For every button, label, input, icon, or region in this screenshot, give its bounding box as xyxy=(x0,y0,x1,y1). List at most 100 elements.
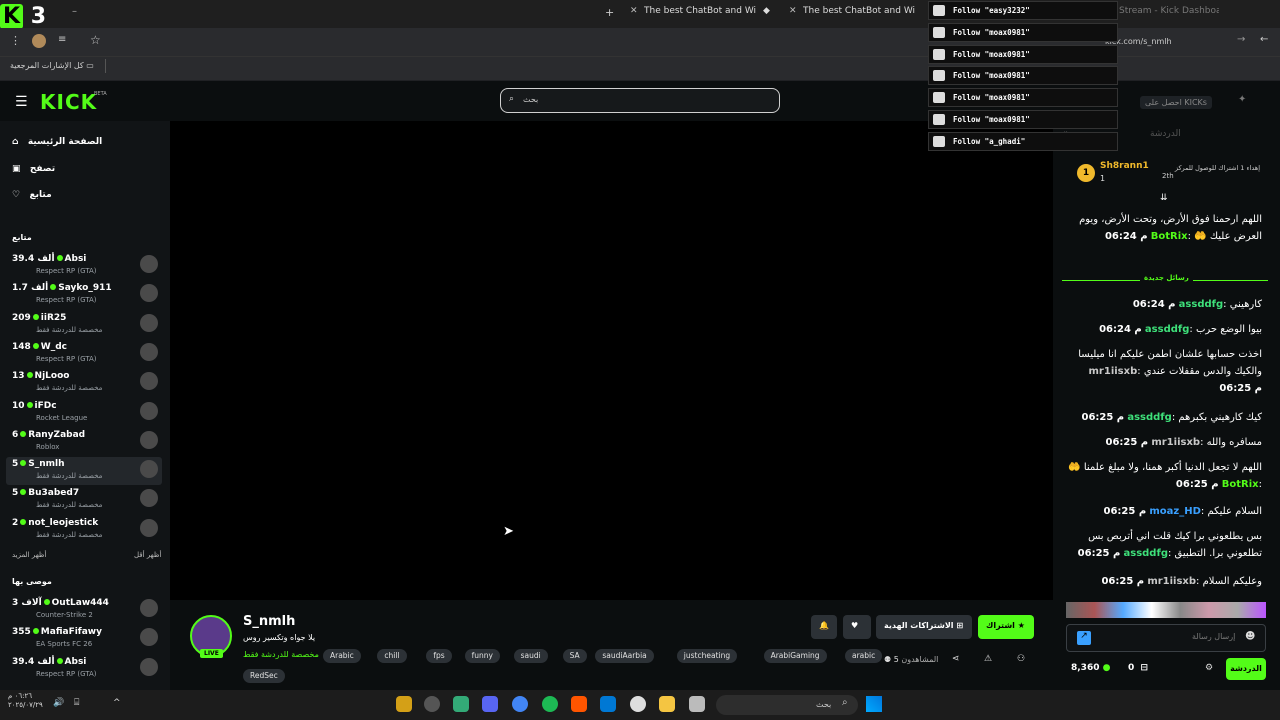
sidebar-channel[interactable]: 3 آلاف OutLaw444 Counter-Strike 2 xyxy=(6,596,162,624)
kick-emote-icon[interactable]: ↗ xyxy=(1077,631,1091,645)
gift-subs-button[interactable]: الاشتراكات الهدية ⊞ xyxy=(876,615,972,639)
chat-username[interactable]: BotRix xyxy=(1222,479,1259,490)
follow-heart-button[interactable]: ♥ xyxy=(843,615,871,639)
tab-kick-dashboard[interactable]: Stream - Kick Dashboard xyxy=(1119,6,1219,24)
profile-avatar[interactable] xyxy=(32,34,46,48)
taskbar-app-icon[interactable] xyxy=(630,696,646,712)
nav-following[interactable]: ♡ متابع xyxy=(12,190,52,200)
new-tab-button[interactable]: + xyxy=(605,6,614,19)
chat-username[interactable]: mr1iisxb xyxy=(1151,437,1200,448)
close-tab-icon[interactable]: ✕ xyxy=(630,6,638,16)
nav-home-label: الصفحة الرئيسية xyxy=(27,137,103,147)
sidebar-channel[interactable]: 5 Bu3abed7 مخصصة للدردشة فقط xyxy=(6,486,162,514)
tray-chevron-icon[interactable]: ^ xyxy=(113,698,121,708)
taskbar-explorer-icon[interactable] xyxy=(659,696,675,712)
sidebar-channel[interactable]: 6 RanyZabad Roblox xyxy=(6,428,162,456)
taskbar-app-icon[interactable] xyxy=(396,696,412,712)
chat-username[interactable]: moaz_HD xyxy=(1149,506,1201,517)
stream-tag[interactable]: saudi xyxy=(513,649,548,663)
show-less-button[interactable]: أظهر أقل xyxy=(134,551,161,559)
taskbar-search[interactable]: بحث xyxy=(716,695,858,715)
sidebar-channel[interactable]: 39.4 ألف Absi Respect RP (GTA) xyxy=(6,655,162,683)
search-input[interactable]: بحث xyxy=(500,88,780,113)
channel-game: EA Sports FC 26 xyxy=(36,640,93,649)
back-icon[interactable]: ← xyxy=(1260,34,1268,45)
stream-tag[interactable]: fps xyxy=(426,649,452,663)
menu-dots-icon[interactable]: ⋮ xyxy=(10,34,21,47)
channel-name-line: 5 S_nmlh xyxy=(12,459,65,469)
taskbar-soundcloud-icon[interactable] xyxy=(571,696,587,712)
all-bookmarks[interactable]: كل الإشارات المرجعية ▭ xyxy=(10,61,94,70)
taskbar-discord-icon[interactable] xyxy=(482,696,498,712)
report-icon[interactable]: ⚠ xyxy=(984,654,992,664)
chat-username[interactable]: assddfg xyxy=(1179,299,1223,310)
minimize-icon[interactable]: – xyxy=(72,6,77,17)
chat-timestamp: 06:25 م xyxy=(1101,576,1145,587)
sidebar-channel[interactable]: 148 W_dc Respect RP (GTA) xyxy=(6,340,162,368)
emote-bar[interactable] xyxy=(1066,602,1266,618)
chat-username[interactable]: mr1iisxb xyxy=(1147,576,1196,587)
chat-send-button[interactable]: الدردشة xyxy=(1226,658,1266,680)
star-icon[interactable]: ☆ xyxy=(90,33,101,47)
sidebar-channel[interactable]: 13 NjLooo مخصصة للدردشة فقط xyxy=(6,369,162,397)
chat-username[interactable]: assddfg xyxy=(1145,324,1189,335)
nav-following-label: متابع xyxy=(29,190,52,200)
taskbar-search-icon: ⌕ xyxy=(842,697,848,708)
stream-category[interactable]: مخصصة للدردشة فقط xyxy=(243,650,319,659)
sidebar-channel[interactable]: 5 S_nmlh مخصصة للدردشة فقط xyxy=(6,457,162,486)
taskbar-obs-icon[interactable] xyxy=(424,696,440,712)
subscribe-button[interactable]: اشتراك ★ xyxy=(978,615,1034,639)
stream-tag[interactable]: justcheating xyxy=(676,649,738,663)
media-control-icon[interactable]: ≡ xyxy=(58,34,66,45)
chat-input[interactable] xyxy=(1066,624,1266,652)
kick-logo[interactable]: KICK xyxy=(40,90,97,114)
stream-tag[interactable]: Arabic xyxy=(323,649,361,663)
sidebar-channel[interactable]: 1.7 ألف Sayko_911 Respect RP (GTA) xyxy=(6,281,162,309)
follow-heart-icon xyxy=(933,48,945,60)
close-tab-icon[interactable]: ✕ xyxy=(789,6,797,16)
sidebar-channel[interactable]: 10 iFDc Rocket League xyxy=(6,399,162,427)
taskbar-store-icon[interactable] xyxy=(600,696,616,712)
volume-icon[interactable]: 🔊 xyxy=(53,698,64,708)
stream-tag[interactable]: SA xyxy=(562,649,587,663)
top-gifter-name[interactable]: Sh8rann1 xyxy=(1100,161,1149,171)
gift-icon[interactable]: ✦ xyxy=(1238,94,1246,105)
stream-tag[interactable]: arabic xyxy=(845,649,883,663)
stream-tag[interactable]: RedSec xyxy=(243,669,285,683)
stream-tag[interactable]: ArabiGaming xyxy=(763,649,827,663)
nav-browse[interactable]: ▣ تصفح xyxy=(12,164,55,174)
share-icon[interactable]: ⋖ xyxy=(952,654,960,664)
notification-bell-button[interactable]: 🔔 xyxy=(811,615,837,639)
chat-message: مسافره والله :mr1iisxb 06:25 م xyxy=(1105,437,1262,448)
tab-chatbot-2[interactable]: The best ChatBot and Widgets xyxy=(803,6,915,24)
stream-tag[interactable]: chill xyxy=(377,649,407,663)
forward-icon[interactable]: → xyxy=(1237,34,1245,45)
taskbar-chrome-icon[interactable] xyxy=(512,696,528,712)
video-player[interactable] xyxy=(170,121,1053,600)
stream-tag[interactable]: saudiAarbia xyxy=(595,649,654,663)
stream-tag[interactable]: funny xyxy=(464,649,500,663)
taskbar-spotify-icon[interactable] xyxy=(542,696,558,712)
sidebar-channel[interactable]: 355 MafiaFifawy EA Sports FC 26 xyxy=(6,625,162,653)
network-icon[interactable]: ⌸ xyxy=(74,698,79,708)
streamer-name[interactable]: S_nmlh xyxy=(243,614,295,629)
emoji-icon[interactable]: ☻ xyxy=(1245,631,1255,642)
chat-username[interactable]: BotRix xyxy=(1151,231,1188,242)
taskbar-app-icon[interactable] xyxy=(689,696,705,712)
chat-username[interactable]: assddfg xyxy=(1124,548,1168,559)
chat-settings-icon[interactable]: ⚙ xyxy=(1205,663,1213,673)
tab-chatbot-1[interactable]: The best ChatBot and Widgets xyxy=(644,6,756,24)
pinned-chevron-icon[interactable]: ⇊ xyxy=(1160,193,1168,203)
hamburger-icon[interactable]: ☰ xyxy=(15,94,28,110)
sidebar-channel[interactable]: 39.4 ألف Absi Respect RP (GTA) xyxy=(6,252,162,280)
profile-icon[interactable]: ⚇ xyxy=(1017,654,1025,664)
taskbar-app-icon[interactable] xyxy=(453,696,469,712)
show-more-button[interactable]: أظهر المزيد xyxy=(12,551,46,559)
chat-username[interactable]: mr1iisxb xyxy=(1089,366,1138,377)
nav-home[interactable]: ⌂ الصفحة الرئيسية xyxy=(12,137,102,147)
sidebar-channel[interactable]: 2 not_leojestick مخصصة للدردشة فقط xyxy=(6,516,162,544)
windows-start-icon[interactable] xyxy=(866,696,882,712)
get-kicks-button[interactable]: احصل على KICKs xyxy=(1140,96,1212,109)
chat-username[interactable]: assddfg xyxy=(1127,412,1171,423)
sidebar-channel[interactable]: 209 iiR25 مخصصة للدردشة فقط xyxy=(6,311,162,339)
